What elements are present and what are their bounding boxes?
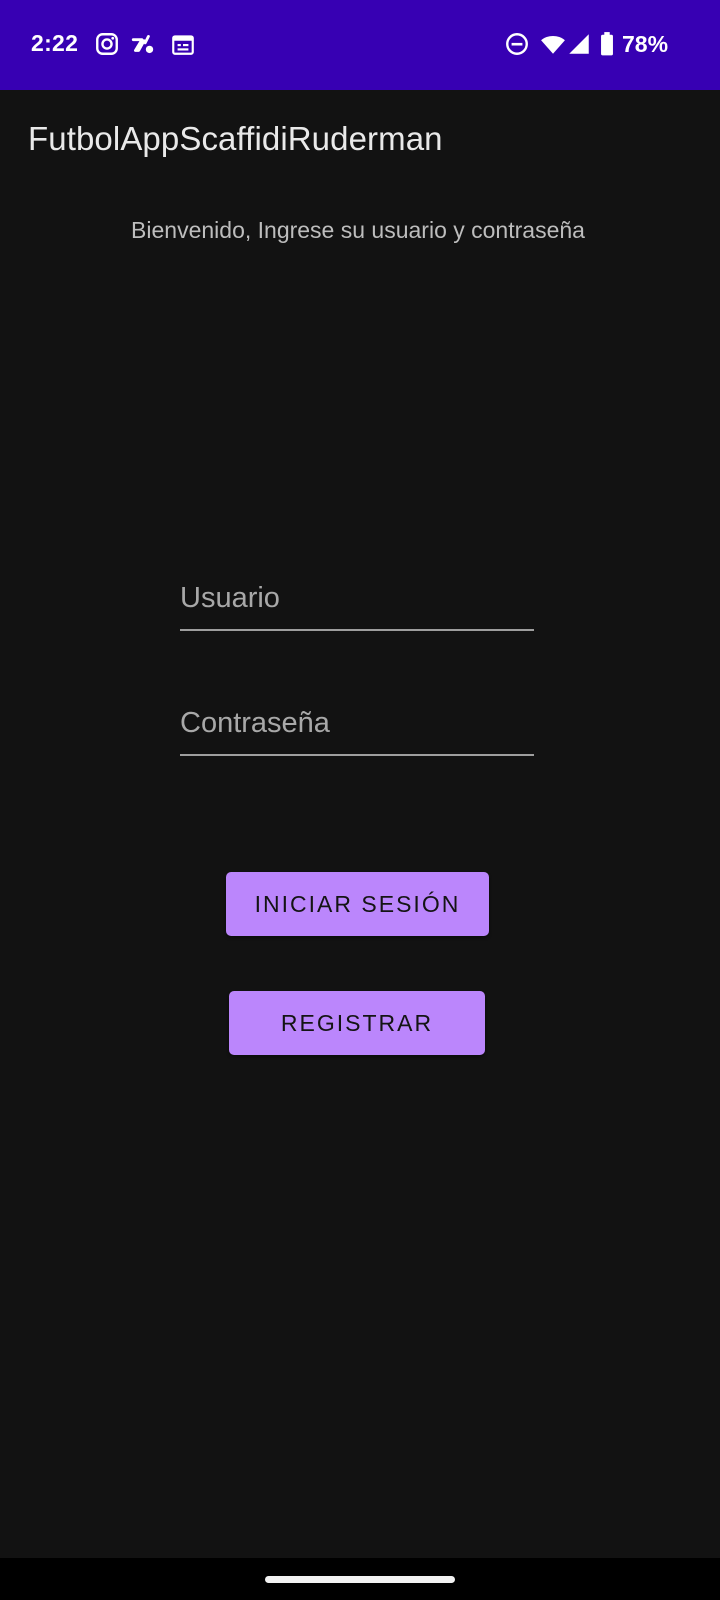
signal-icon: [569, 34, 589, 54]
strava-icon: [131, 35, 154, 54]
instagram-icon: [96, 33, 118, 55]
wifi-icon: [541, 35, 565, 54]
battery-percentage: 78%: [622, 31, 669, 57]
status-time: 2:22: [31, 30, 79, 56]
login-screen: 2:22 78% FutbolAppScaffidiRuderman Bienv…: [0, 0, 720, 1600]
password-input[interactable]: [180, 700, 534, 754]
username-field-container: [180, 575, 534, 631]
welcome-message: Bienvenido, Ingrese su usuario y contras…: [131, 217, 585, 243]
app-title: FutbolAppScaffidiRuderman: [28, 120, 443, 157]
password-field-container: [180, 700, 534, 756]
register-button[interactable]: REGISTRAR: [229, 991, 485, 1055]
username-input[interactable]: [180, 575, 534, 629]
battery-icon: [601, 32, 613, 56]
do-not-disturb-icon: [506, 33, 528, 55]
calendar-icon: [172, 35, 194, 55]
status-bar: 2:22 78%: [0, 0, 720, 90]
login-button[interactable]: INICIAR SESIÓN: [226, 872, 489, 936]
home-gesture-handle[interactable]: [265, 1576, 455, 1583]
